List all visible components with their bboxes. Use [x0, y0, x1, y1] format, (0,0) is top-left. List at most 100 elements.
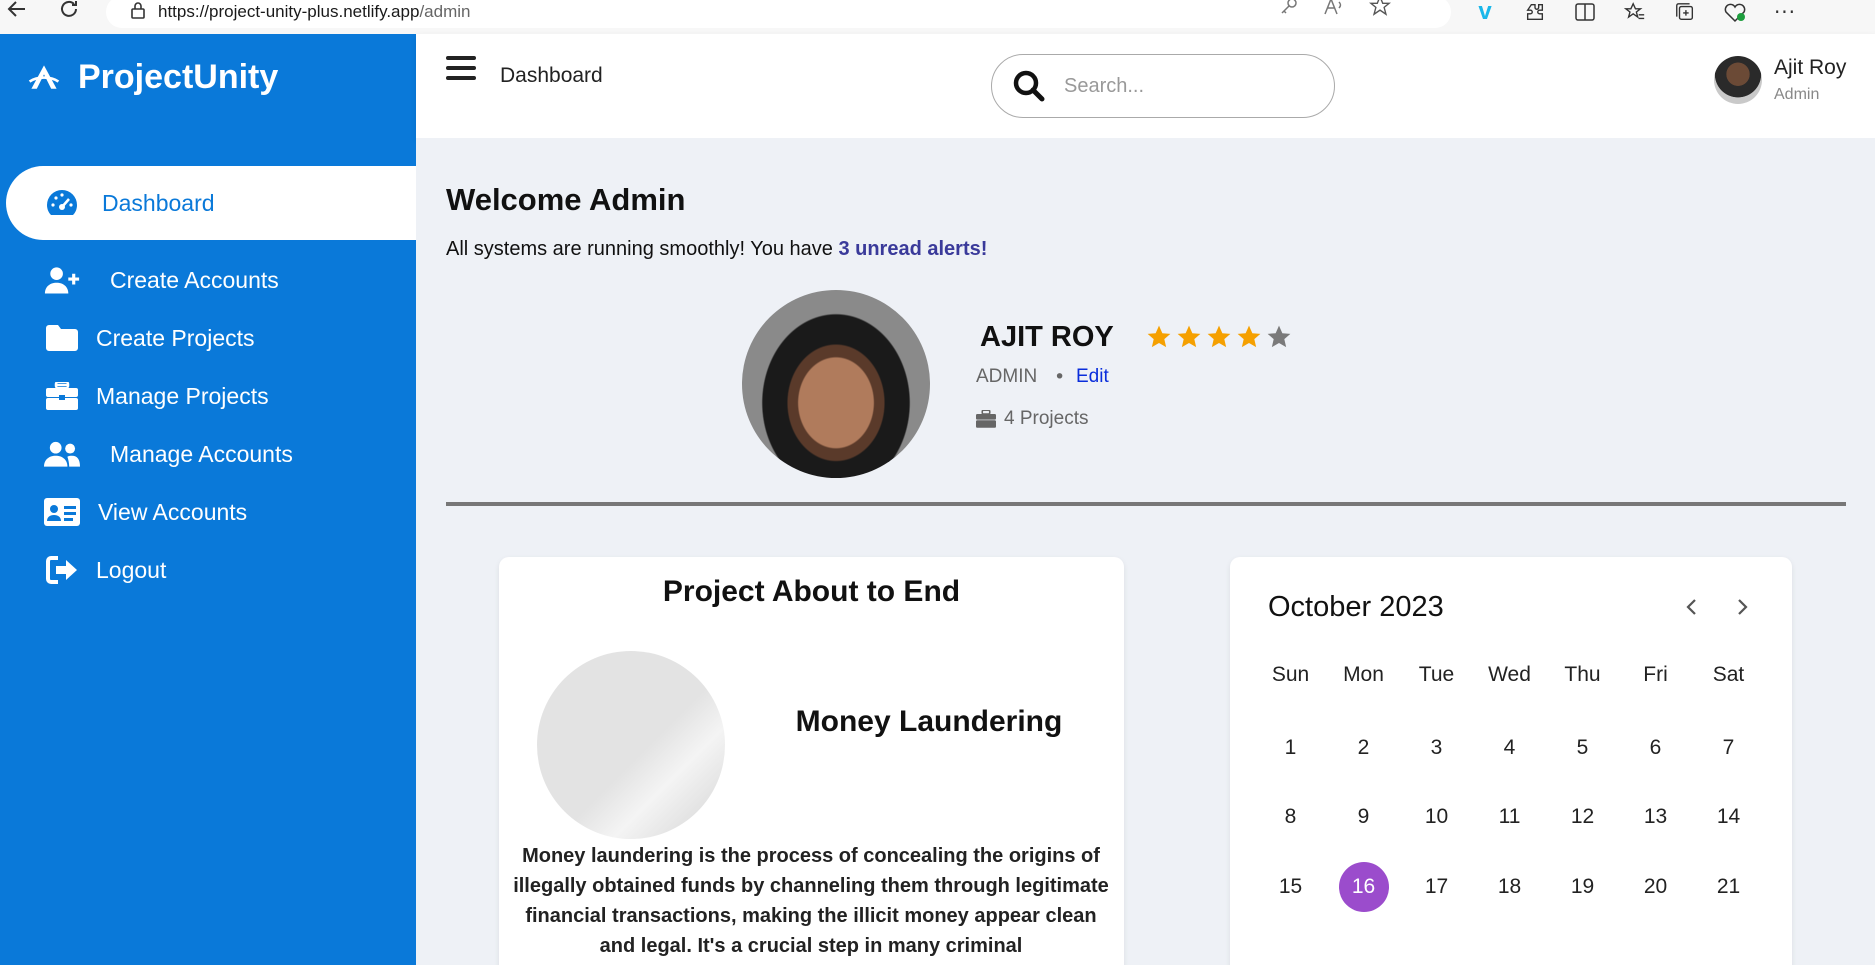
browser-toolbar: https://project-unity-plus.netlify.app/a…	[0, 0, 1875, 34]
calendar-day[interactable]: 6	[1619, 713, 1692, 783]
key-icon[interactable]	[1279, 0, 1299, 20]
calendar-day[interactable]: 14	[1692, 783, 1765, 853]
user-name: Ajit Roy	[1774, 56, 1847, 79]
calendar-weekday: Sat	[1712, 663, 1745, 686]
back-icon[interactable]	[0, 0, 34, 26]
sidebar-item-label: Logout	[96, 556, 167, 583]
chevron-left-icon[interactable]	[1680, 595, 1704, 619]
calendar-day[interactable]: 3	[1400, 713, 1473, 783]
sidebar-item-label: View Accounts	[98, 498, 248, 525]
calendar-day[interactable]: 4	[1473, 713, 1546, 783]
hamburger-menu-icon[interactable]	[446, 56, 476, 82]
briefcase-icon	[44, 380, 80, 412]
calendar: October 2023 Sun Mon Tue Wed Thu Fri Sat 1 2 3 4 5 6…	[1230, 557, 1792, 965]
welcome-subtitle-text: All systems are running smoothly! You ha…	[446, 238, 839, 260]
lock-icon	[130, 1, 146, 23]
calendar-day[interactable]: 7	[1692, 713, 1765, 783]
split-screen-icon[interactable]	[1570, 0, 1600, 24]
projects-count-text: 4 Projects	[1004, 408, 1089, 429]
project-image-placeholder	[537, 651, 725, 839]
user-role: Admin	[1774, 86, 1820, 103]
calendar-day[interactable]: 15	[1254, 852, 1327, 922]
address-bar[interactable]: https://project-unity-plus.netlify.app/a…	[106, 0, 1451, 28]
calendar-day[interactable]: 20	[1619, 852, 1692, 922]
calendar-day[interactable]: 11	[1473, 783, 1546, 853]
search-box[interactable]	[991, 54, 1335, 118]
user-plus-icon	[44, 264, 80, 296]
star-filled-icon	[1207, 325, 1231, 348]
project-ending-card: Project About to End Money Laundering Mo…	[499, 557, 1124, 965]
brand-name: ProjectUnity	[78, 58, 279, 96]
calendar-weekday: Thu	[1564, 663, 1601, 686]
unread-alerts-link[interactable]: 3 unread alerts!	[838, 238, 987, 260]
id-card-icon	[44, 496, 80, 528]
sidebar-item-label: Manage Accounts	[110, 440, 293, 467]
section-divider	[446, 502, 1846, 506]
star-filled-icon	[1237, 325, 1261, 348]
sidebar-item-logout[interactable]: Logout	[0, 534, 416, 606]
folder-icon	[44, 322, 80, 354]
user-profile-menu[interactable]: Ajit Roy Admin	[1714, 56, 1846, 104]
refresh-icon[interactable]	[52, 0, 86, 26]
project-description: Money laundering is the process of conce…	[513, 845, 1109, 957]
card-title: Project About to End	[662, 575, 961, 608]
collections-icon[interactable]	[1670, 0, 1700, 24]
top-header: Dashboard Ajit Roy Admin	[416, 34, 1875, 138]
calendar-weekday: Wed	[1488, 663, 1531, 686]
brand[interactable]: ProjectUnity	[26, 58, 278, 97]
sidebar-item-dashboard[interactable]: Dashboard	[6, 166, 416, 240]
edit-profile-link[interactable]: Edit	[1076, 366, 1109, 388]
users-icon	[44, 438, 80, 470]
calendar-day[interactable]: 5	[1546, 713, 1619, 783]
brand-logo-icon	[28, 64, 60, 89]
calendar-day[interactable]: 17	[1400, 852, 1473, 922]
calendar-day[interactable]: 21	[1692, 852, 1765, 922]
profile-role: ADMIN	[976, 366, 1038, 387]
extensions-icon[interactable]	[1520, 0, 1550, 24]
url-host: https://project-unity-plus.netlify.app	[158, 2, 420, 21]
chevron-right-icon[interactable]	[1730, 595, 1754, 619]
project-name[interactable]: Money Laundering	[749, 705, 1109, 739]
star-filled-icon	[1147, 325, 1171, 348]
tachometer-icon	[44, 187, 80, 219]
calendar-weekday: Sun	[1271, 663, 1310, 686]
sidebar-item-label: Dashboard	[102, 189, 215, 216]
calendar-weekday: Tue	[1418, 663, 1455, 686]
calendar-day[interactable]: 12	[1546, 783, 1619, 853]
header-title: Dashboard	[500, 64, 603, 87]
profile-name: AJIT ROY	[980, 321, 1114, 353]
star-filled-icon	[1177, 325, 1201, 348]
url-path: /admin	[419, 2, 471, 21]
avatar[interactable]	[1714, 56, 1762, 104]
favorites-icon[interactable]	[1620, 0, 1650, 24]
calendar-grid: Sun Mon Tue Wed Thu Fri Sat 1 2 3 4 5 6 7 8 9 10 11 12 13 14…	[1254, 655, 1765, 922]
sidebar-item-label: Create Projects	[96, 324, 255, 351]
calendar-day-today[interactable]: 16	[1327, 852, 1400, 922]
profile-separator: •	[1054, 366, 1066, 388]
calendar-day[interactable]: 8	[1254, 783, 1327, 853]
sign-out-icon	[44, 554, 80, 586]
calendar-month-label: October 2023	[1268, 591, 1444, 623]
sidebar: ProjectUnity Dashboard Create Accounts C…	[0, 34, 416, 965]
browser-essentials-icon[interactable]	[1720, 0, 1750, 24]
more-menu-icon[interactable]: ···	[1770, 0, 1800, 24]
vimeo-icon[interactable]: v	[1470, 0, 1500, 25]
calendar-day[interactable]: 2	[1327, 713, 1400, 783]
projects-count: 4 Projects	[976, 408, 1088, 430]
calendar-day[interactable]: 18	[1473, 852, 1546, 922]
search-input[interactable]	[1064, 74, 1314, 98]
calendar-day[interactable]: 1	[1254, 713, 1327, 783]
calendar-day[interactable]: 10	[1400, 783, 1473, 853]
favorite-star-icon[interactable]	[1368, 0, 1392, 21]
read-aloud-icon[interactable]	[1323, 0, 1345, 20]
search-icon[interactable]	[1012, 69, 1046, 103]
calendar-day[interactable]: 9	[1327, 783, 1400, 853]
welcome-heading: Welcome Admin	[446, 182, 686, 217]
main-content: Welcome Admin All systems are running sm…	[416, 138, 1875, 965]
calendar-weekday: Fri	[1643, 663, 1668, 686]
profile-photo	[742, 290, 930, 478]
calendar-day[interactable]: 19	[1546, 852, 1619, 922]
star-empty-icon	[1267, 325, 1291, 348]
url-text: https://project-unity-plus.netlify.app/a…	[158, 2, 470, 22]
calendar-day[interactable]: 13	[1619, 783, 1692, 853]
